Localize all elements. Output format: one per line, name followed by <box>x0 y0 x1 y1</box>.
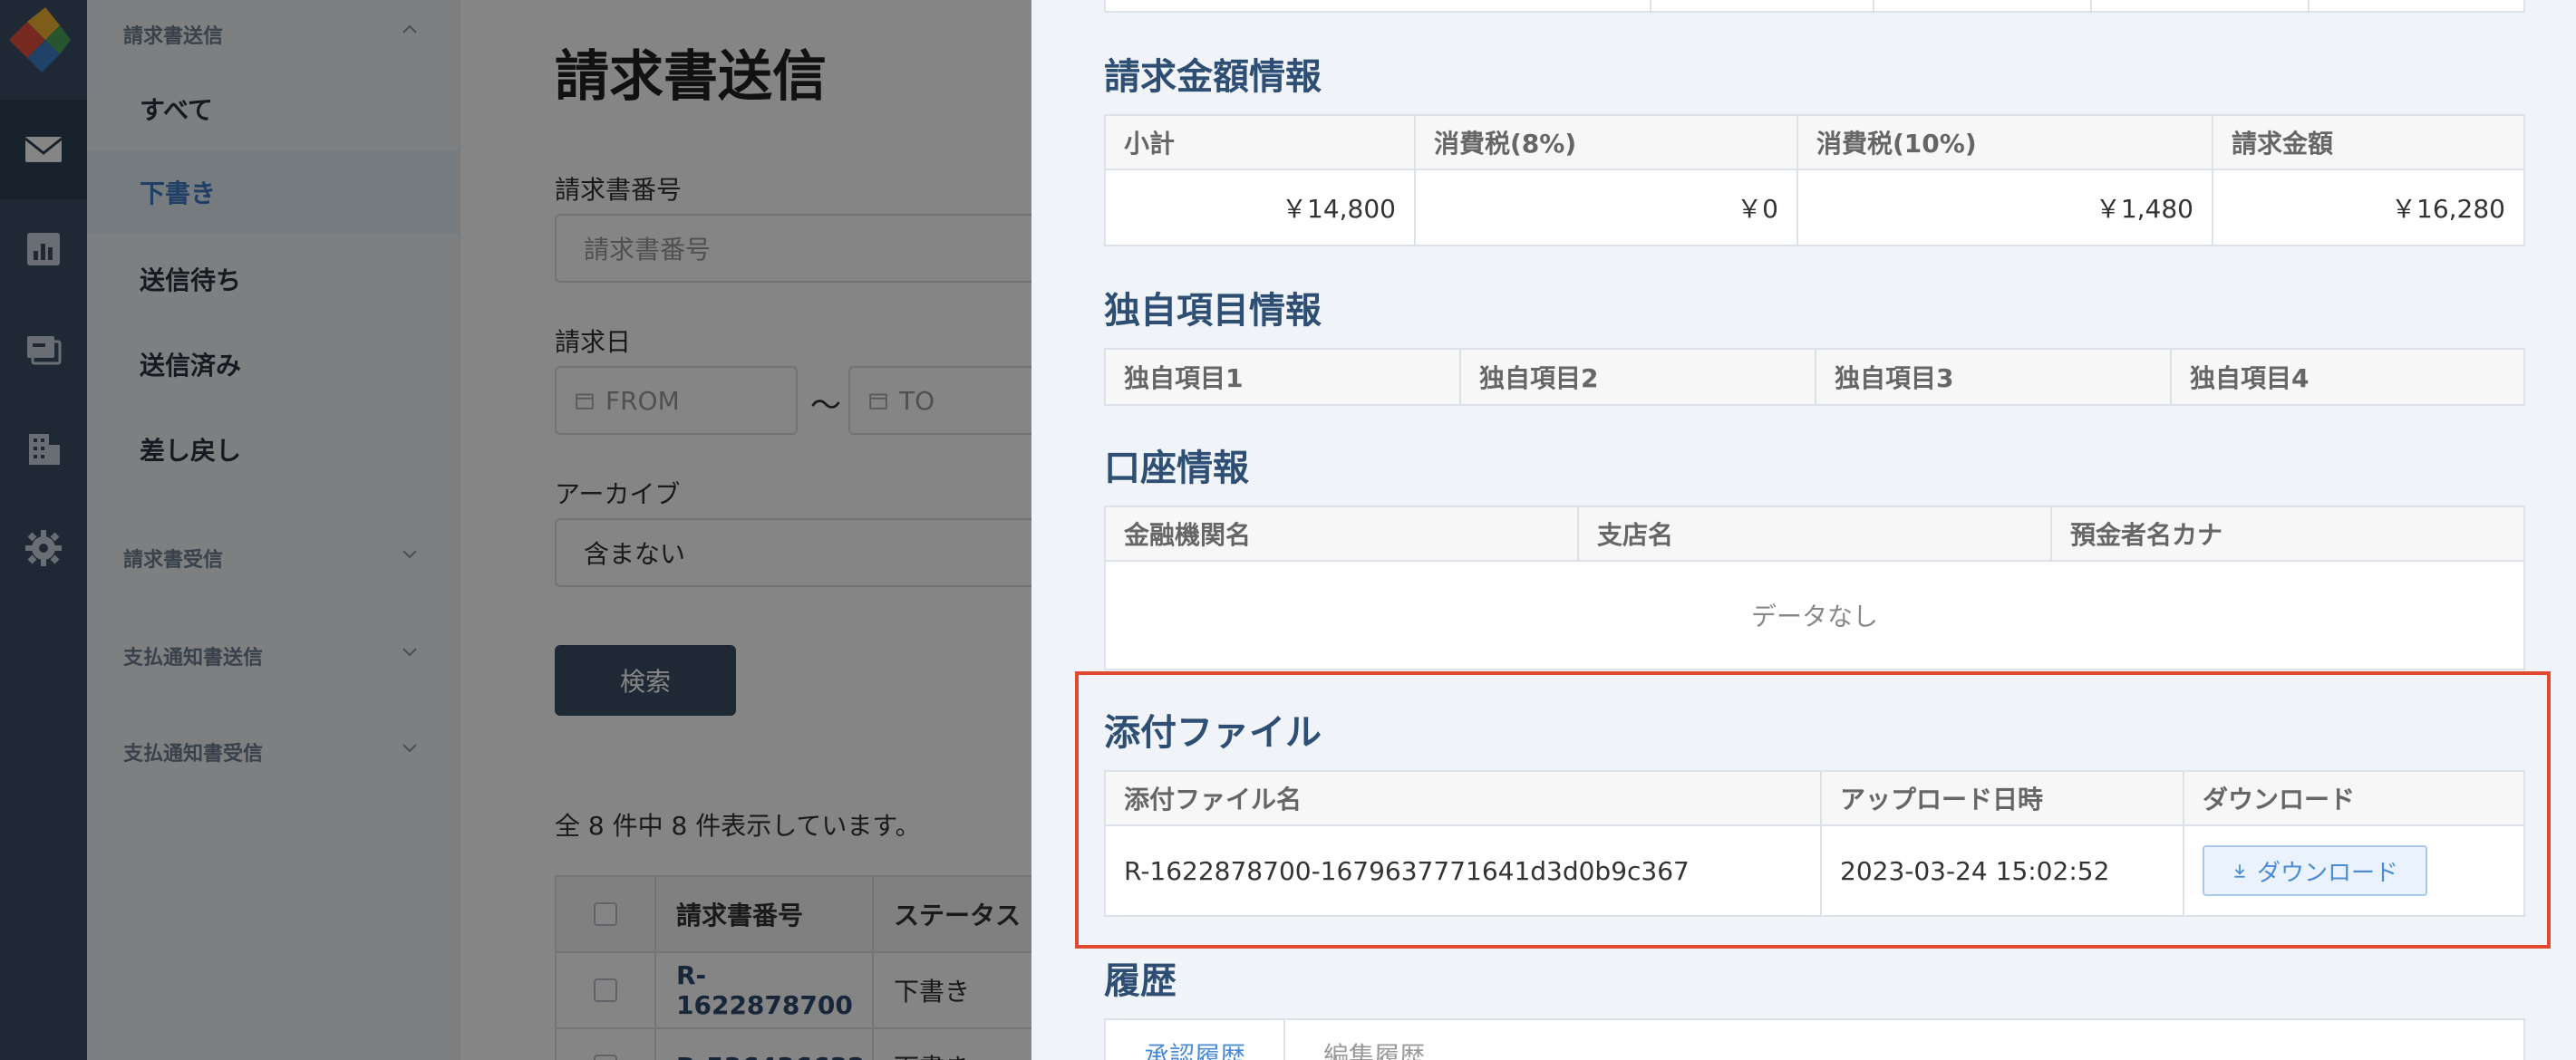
attachment-table: 添付ファイル名 アップロード日時 ダウンロード R-1622878700-167… <box>1104 770 2525 917</box>
subtotal-value: ￥14,800 <box>1106 170 1416 245</box>
custom-section-title: 独自項目情報 <box>1104 290 1322 332</box>
attachment-section-title: 添付ファイル <box>1104 712 1322 754</box>
header-bank-name: 金融機関名 <box>1106 507 1579 560</box>
modal-backdrop[interactable] <box>0 0 1031 1060</box>
account-table: 金融機関名 支店名 預金者名カナ データなし <box>1104 506 2525 670</box>
tab-approval-history[interactable]: 承認履歴 <box>1106 1020 1286 1060</box>
history-section-title: 履歴 <box>1104 960 1177 1002</box>
no-data-text: データなし <box>1750 602 1878 631</box>
invoice-detail-drawer: 請求金額情報 小計 消費税(8%) 消費税(10%) 請求金額 ￥14,800 … <box>1031 0 2576 1060</box>
account-section-title: 口座情報 <box>1104 448 1249 489</box>
custom-fields-table: 独自項目1 独自項目2 独自項目3 独自項目4 <box>1104 348 2525 406</box>
attachment-header-row: 添付ファイル名 アップロード日時 ダウンロード <box>1106 772 2523 826</box>
header-uploaded-at: アップロード日時 <box>1822 772 2184 824</box>
header-tax-8: 消費税(8%) <box>1416 116 1798 169</box>
attachment-file-name: R-1622878700-1679637771641d3d0b9c367 <box>1106 826 1822 915</box>
header-subtotal: 小計 <box>1106 116 1416 169</box>
header-download: ダウンロード <box>2203 785 2356 814</box>
header-branch-name: 支店名 <box>1579 507 2052 560</box>
header-total: 請求金額 <box>2232 129 2334 159</box>
tax-10-value: ￥1,480 <box>1798 170 2213 245</box>
header-custom-4: 独自項目4 <box>2190 363 2310 393</box>
header-file-name: 添付ファイル名 <box>1106 772 1822 824</box>
header-tax-10: 消費税(10%) <box>1798 116 2213 169</box>
previous-table-bottom <box>1104 0 2525 13</box>
amount-value-row: ￥14,800 ￥0 ￥1,480 ￥16,280 <box>1106 170 2523 245</box>
tab-edit-history[interactable]: 編集履歴 <box>1285 1020 1463 1060</box>
account-header-row: 金融機関名 支店名 預金者名カナ <box>1106 507 2523 562</box>
history-tabs: 承認履歴 編集履歴 <box>1104 1018 2525 1060</box>
tax-8-value: ￥0 <box>1416 170 1798 245</box>
header-custom-1: 独自項目1 <box>1106 350 1461 404</box>
attachment-row: R-1622878700-1679637771641d3d0b9c367 202… <box>1106 826 2523 915</box>
amount-table: 小計 消費税(8%) 消費税(10%) 請求金額 ￥14,800 ￥0 ￥1,4… <box>1104 114 2525 246</box>
custom-header-row: 独自項目1 独自項目2 独自項目3 独自項目4 <box>1106 350 2523 404</box>
amount-section-title: 請求金額情報 <box>1104 56 1322 98</box>
header-account-holder: 預金者名カナ <box>2070 520 2223 550</box>
download-icon <box>2234 864 2245 878</box>
amount-header-row: 小計 消費税(8%) 消費税(10%) 請求金額 <box>1106 116 2523 170</box>
download-button[interactable]: ダウンロード <box>2203 845 2428 896</box>
header-custom-3: 独自項目3 <box>1816 350 2172 404</box>
header-custom-2: 独自項目2 <box>1461 350 1816 404</box>
download-button-label: ダウンロード <box>2257 859 2399 887</box>
attachment-uploaded-at: 2023-03-24 15:02:52 <box>1822 826 2184 915</box>
download-cell: ダウンロード <box>2184 826 2523 915</box>
total-value: ￥16,280 <box>2391 194 2505 224</box>
